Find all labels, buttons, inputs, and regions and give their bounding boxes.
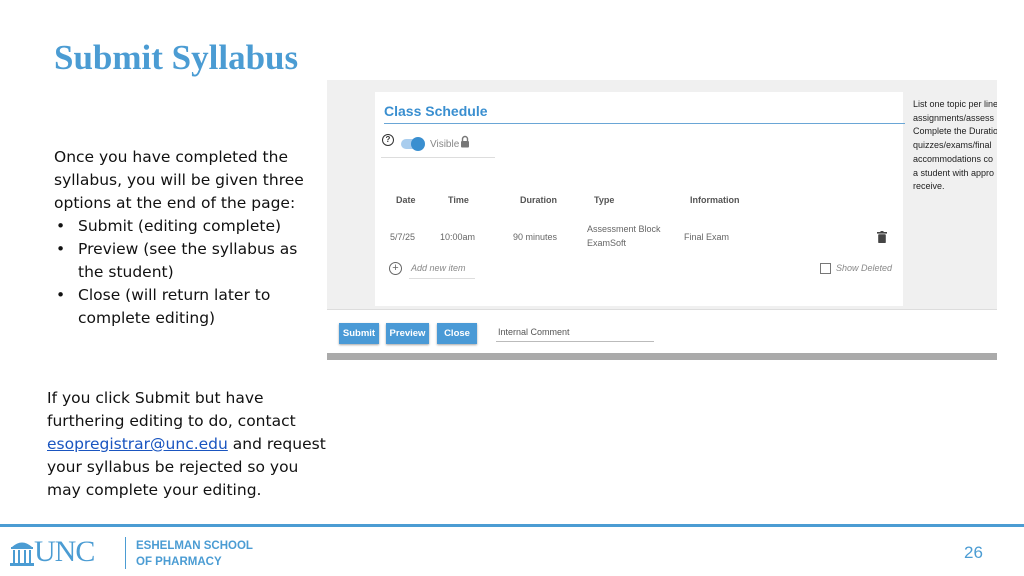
row-type-line2[interactable]: ExamSoft <box>587 238 626 248</box>
option-preview: Preview (see the syllabus as the student… <box>56 238 304 284</box>
instructions-line: assignments/assess <box>913 112 995 123</box>
footer-divider <box>0 524 1024 527</box>
row-date[interactable]: 5/7/25 <box>390 232 415 242</box>
row-type-line1[interactable]: Assessment Block <box>587 224 661 234</box>
page-number: 26 <box>964 543 983 562</box>
school-name: ESHELMAN SCHOOL OF PHARMACY <box>136 538 253 570</box>
column-header-duration: Duration <box>520 195 557 205</box>
toggle-underline <box>381 157 495 158</box>
class-schedule-card: Class Schedule ? Visible Date Time Durat… <box>375 92 905 306</box>
row-time[interactable]: 10:00am <box>440 232 475 242</box>
old-well-logo-icon <box>10 542 34 566</box>
logo-divider <box>125 537 126 569</box>
internal-comment-label: Internal Comment <box>498 327 570 337</box>
internal-comment-field[interactable] <box>496 341 654 342</box>
question-circle-icon[interactable]: ? <box>382 134 394 146</box>
instructions-line: quizzes/exams/final <box>913 140 992 151</box>
show-deleted-checkbox[interactable] <box>820 263 831 274</box>
registrar-email-link[interactable]: esopregistrar@unc.edu <box>47 435 228 453</box>
lock-icon <box>461 135 469 148</box>
rejection-note: If you click Submit but have furthering … <box>47 387 337 502</box>
instructions-line: List one topic per line <box>913 99 997 109</box>
slide-title: Submit Syllabus <box>54 38 299 77</box>
trash-icon[interactable] <box>877 231 887 243</box>
instructions-line: receive. <box>913 181 945 192</box>
class-schedule-heading: Class Schedule <box>384 103 488 119</box>
screenshot-bottom-strip <box>327 353 997 360</box>
instructions-line: accommodations co <box>913 153 994 164</box>
note-text-before: If you click Submit but have furthering … <box>47 389 296 430</box>
intro-paragraph: Once you have completed the syllabus, yo… <box>54 148 304 212</box>
unc-logo-text: UNC <box>34 535 95 568</box>
form-action-bar: Submit Preview Close Internal Comment <box>327 309 997 353</box>
visible-label: Visible <box>430 139 460 150</box>
add-circle-icon[interactable]: + <box>389 262 402 275</box>
column-header-date: Date <box>396 195 416 205</box>
instructions-line: a student with appro <box>913 167 995 178</box>
option-submit: Submit (editing complete) <box>56 215 304 238</box>
syllabus-form-screenshot: Class Schedule ? Visible Date Time Durat… <box>327 80 997 360</box>
add-item-underline <box>409 278 475 279</box>
column-header-time: Time <box>448 195 469 205</box>
add-new-item-link[interactable]: Add new item <box>411 263 466 273</box>
school-name-line2: OF PHARMACY <box>136 556 222 568</box>
instructions-sidebar: List one topic per line assignments/asse… <box>913 98 997 194</box>
option-close: Close (will return later to complete edi… <box>56 284 304 330</box>
column-header-information: Information <box>690 195 740 205</box>
row-information[interactable]: Final Exam <box>684 232 729 242</box>
preview-button[interactable]: Preview <box>386 323 429 344</box>
school-name-line1: ESHELMAN SCHOOL <box>136 540 253 552</box>
intro-text-block: Once you have completed the syllabus, yo… <box>54 146 304 330</box>
show-deleted-label: Show Deleted <box>836 263 893 273</box>
close-button[interactable]: Close <box>437 323 477 344</box>
toggle-knob <box>411 137 425 151</box>
instructions-line: Complete the Duratio <box>913 126 997 137</box>
submit-button[interactable]: Submit <box>339 323 379 344</box>
heading-underline <box>384 123 905 124</box>
options-list: Submit (editing complete) Preview (see t… <box>54 215 304 330</box>
row-duration[interactable]: 90 minutes <box>513 232 557 242</box>
visible-toggle[interactable] <box>401 137 425 151</box>
column-header-type: Type <box>594 195 615 205</box>
